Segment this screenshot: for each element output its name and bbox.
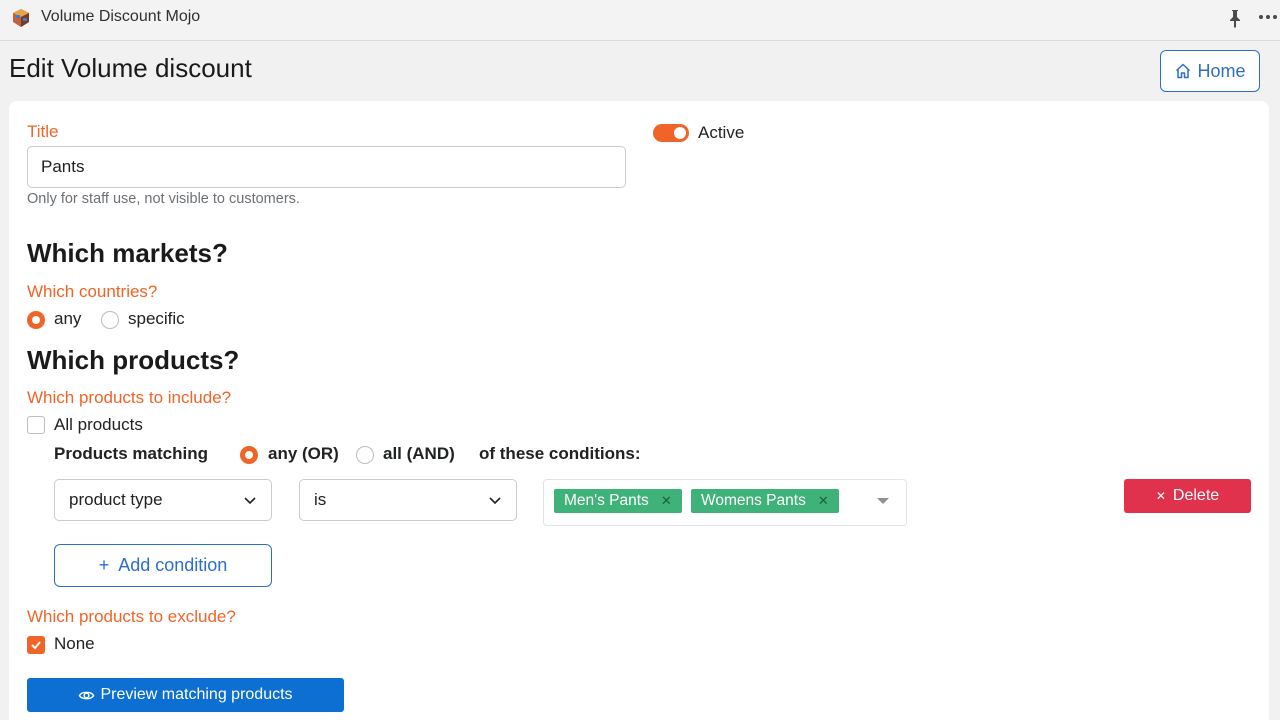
close-icon: ✕ — [1155, 489, 1166, 503]
match-any-radio[interactable] — [240, 446, 258, 464]
title-help-text: Only for staff use, not visible to custo… — [27, 191, 300, 207]
eye-icon — [79, 691, 95, 699]
active-label: Active — [698, 123, 745, 142]
value-tag: Womens Pants ✕ — [691, 489, 839, 513]
exclude-none-label: None — [54, 634, 95, 653]
toggle-knob — [674, 127, 686, 139]
add-condition-label: Add condition — [118, 555, 228, 575]
delete-condition-button[interactable]: ✕ Delete — [1124, 479, 1251, 513]
condition-values-multiselect[interactable]: Men's Pants ✕ Womens Pants ✕ — [543, 479, 907, 526]
exclude-label: Which products to exclude? — [27, 607, 236, 626]
close-icon[interactable]: ✕ — [818, 493, 829, 509]
condition-operator-select[interactable]: is — [299, 479, 517, 521]
more-icon[interactable] — [1258, 9, 1278, 25]
match-all-label: all (AND) — [383, 444, 455, 463]
all-products-checkbox[interactable] — [27, 416, 45, 434]
markets-heading: Which markets? — [27, 238, 228, 268]
countries-label: Which countries? — [27, 282, 158, 301]
app-name: Volume Discount Mojo — [41, 8, 201, 25]
country-specific-label: specific — [128, 309, 185, 328]
include-label: Which products to include? — [27, 388, 232, 407]
exclude-none-checkbox[interactable] — [27, 636, 45, 654]
title-label: Title — [27, 122, 59, 141]
condition-field-select[interactable]: product type — [54, 479, 272, 521]
home-icon — [1176, 63, 1191, 79]
page-title: Edit Volume discount — [9, 53, 252, 83]
app-logo-icon — [13, 9, 29, 27]
products-matching-label: Products matching — [54, 444, 208, 463]
all-products-label: All products — [54, 415, 143, 434]
close-icon[interactable]: ✕ — [661, 493, 672, 509]
preview-products-button[interactable]: Preview matching products — [27, 678, 344, 712]
country-any-label: any — [54, 309, 82, 328]
country-specific-radio[interactable] — [101, 311, 119, 329]
active-toggle[interactable] — [653, 124, 689, 142]
chevron-down-icon — [244, 497, 256, 505]
condition-field-value: product type — [69, 490, 163, 509]
conditions-suffix: of these conditions: — [479, 444, 641, 463]
value-tag-label: Womens Pants — [701, 492, 806, 509]
delete-button-label: Delete — [1172, 487, 1220, 504]
match-any-label: any (OR) — [268, 444, 339, 463]
value-tag: Men's Pants ✕ — [554, 489, 682, 513]
products-heading: Which products? — [27, 345, 240, 375]
check-icon — [31, 641, 41, 650]
app-bar: Volume Discount Mojo — [0, 0, 1280, 41]
value-tag-label: Men's Pants — [564, 492, 649, 509]
title-input[interactable] — [27, 146, 626, 188]
condition-operator-value: is — [314, 490, 327, 509]
caret-down-icon[interactable] — [877, 498, 889, 504]
chevron-down-icon — [489, 497, 501, 505]
home-button-label: Home — [1197, 60, 1246, 81]
preview-button-label: Preview matching products — [100, 686, 293, 703]
pin-icon[interactable] — [1226, 8, 1244, 28]
home-button[interactable]: Home — [1160, 50, 1260, 92]
match-all-radio[interactable] — [356, 446, 374, 464]
add-condition-button[interactable]: + Add condition — [54, 544, 272, 587]
country-any-radio[interactable] — [27, 311, 45, 329]
plus-icon: + — [98, 555, 110, 575]
